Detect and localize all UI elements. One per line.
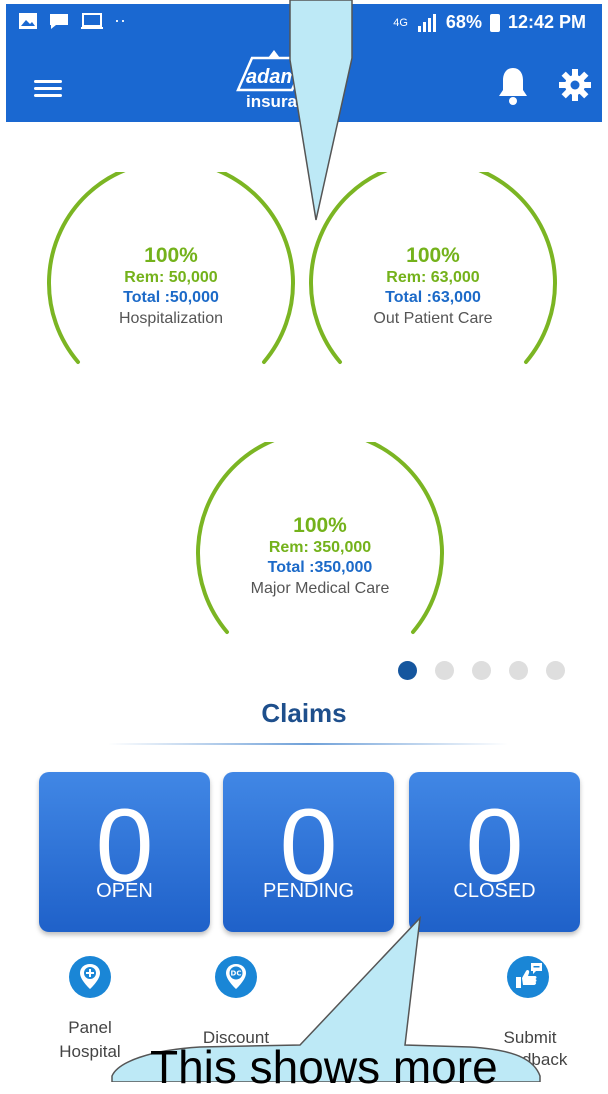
pager-dot-4[interactable] (509, 661, 528, 680)
message-icon (50, 13, 68, 29)
gauge-remaining: Rem: 350,000 (268, 539, 372, 556)
gauge-remaining: Rem: 63,000 (386, 269, 480, 286)
menu-button[interactable] (34, 76, 62, 100)
cast-icon (81, 12, 103, 29)
bell-icon (499, 68, 527, 105)
gauge-out-patient-care[interactable]: 100% Rem: 63,000 Total :63,000 Out Patie… (308, 172, 558, 372)
gear-icon (559, 69, 591, 101)
menu-icon (34, 80, 62, 97)
logo-brand-subtitle: insurance (246, 92, 327, 111)
gauge-remaining: Rem: 50,000 (124, 269, 218, 286)
app-header: ·· 4G 68% 12:42 PM adamjee insurance (6, 4, 602, 122)
status-notifications: ·· (18, 10, 126, 31)
claims-divider (108, 743, 508, 745)
battery-icon (489, 13, 500, 32)
discount-pin-icon: DC (215, 956, 257, 998)
app-logo: adamjee insurance (234, 48, 327, 124)
notifications-button[interactable] (496, 66, 530, 106)
svg-text:DC: DC (231, 970, 242, 978)
gauge-pager (398, 661, 565, 680)
gauge-text: 100% Rem: 50,000 Total :50,000 Hospitali… (46, 244, 296, 330)
gauge-total: Total :50,000 (123, 289, 219, 306)
shortcut-label-line2: Hospital (59, 1042, 121, 1061)
claims-heading: Claims (261, 698, 347, 728)
gauge-percent: 100% (293, 514, 347, 537)
gauge-hospitalization[interactable]: 100% Rem: 50,000 Total :50,000 Hospitali… (46, 172, 296, 372)
claim-label: OPEN (96, 880, 153, 902)
gallery-icon (19, 12, 37, 29)
claims-closed-tile[interactable]: 0 CLOSED (409, 772, 580, 932)
gauge-total: Total :63,000 (385, 289, 481, 306)
pager-dot-3[interactable] (472, 661, 491, 680)
gauge-label: Major Medical Care (250, 580, 390, 597)
signal-icon (417, 13, 436, 32)
hospital-pin-icon (69, 956, 111, 998)
gauge-percent: 100% (406, 244, 460, 267)
pager-dot-5[interactable] (546, 661, 565, 680)
claim-label: CLOSED (453, 880, 536, 902)
status-indicators: 4G 68% 12:42 PM (393, 12, 586, 33)
gauge-label: Hospitalization (118, 310, 224, 327)
claim-label: PENDING (262, 880, 355, 902)
gauge-percent: 100% (144, 244, 198, 267)
battery-percent: 68% (445, 12, 482, 32)
more-notifications-icon: ·· (114, 10, 126, 30)
clock: 12:42 PM (507, 12, 586, 32)
settings-button[interactable] (558, 68, 592, 102)
feedback-icon (507, 956, 549, 998)
pager-dot-1[interactable] (398, 661, 417, 680)
network-type: 4G (393, 16, 408, 29)
claims-pending-tile[interactable]: 0 PENDING (223, 772, 394, 932)
gauge-text: 100% Rem: 350,000 Total :350,000 Major M… (195, 514, 445, 600)
logo-brand-name: adamjee (246, 66, 327, 88)
pager-dot-2[interactable] (435, 661, 454, 680)
tooltip-text: This shows more (150, 1041, 498, 1093)
gauge-text: 100% Rem: 63,000 Total :63,000 Out Patie… (308, 244, 558, 330)
status-bar: ·· 4G 68% 12:42 PM (6, 4, 602, 44)
gauge-label: Out Patient Care (373, 310, 493, 327)
claims-open-tile[interactable]: 0 OPEN (39, 772, 210, 932)
gauge-total: Total :350,000 (267, 559, 373, 576)
gauge-major-medical-care[interactable]: 100% Rem: 350,000 Total :350,000 Major M… (195, 442, 445, 642)
shortcut-label-line1: Panel (68, 1018, 112, 1037)
